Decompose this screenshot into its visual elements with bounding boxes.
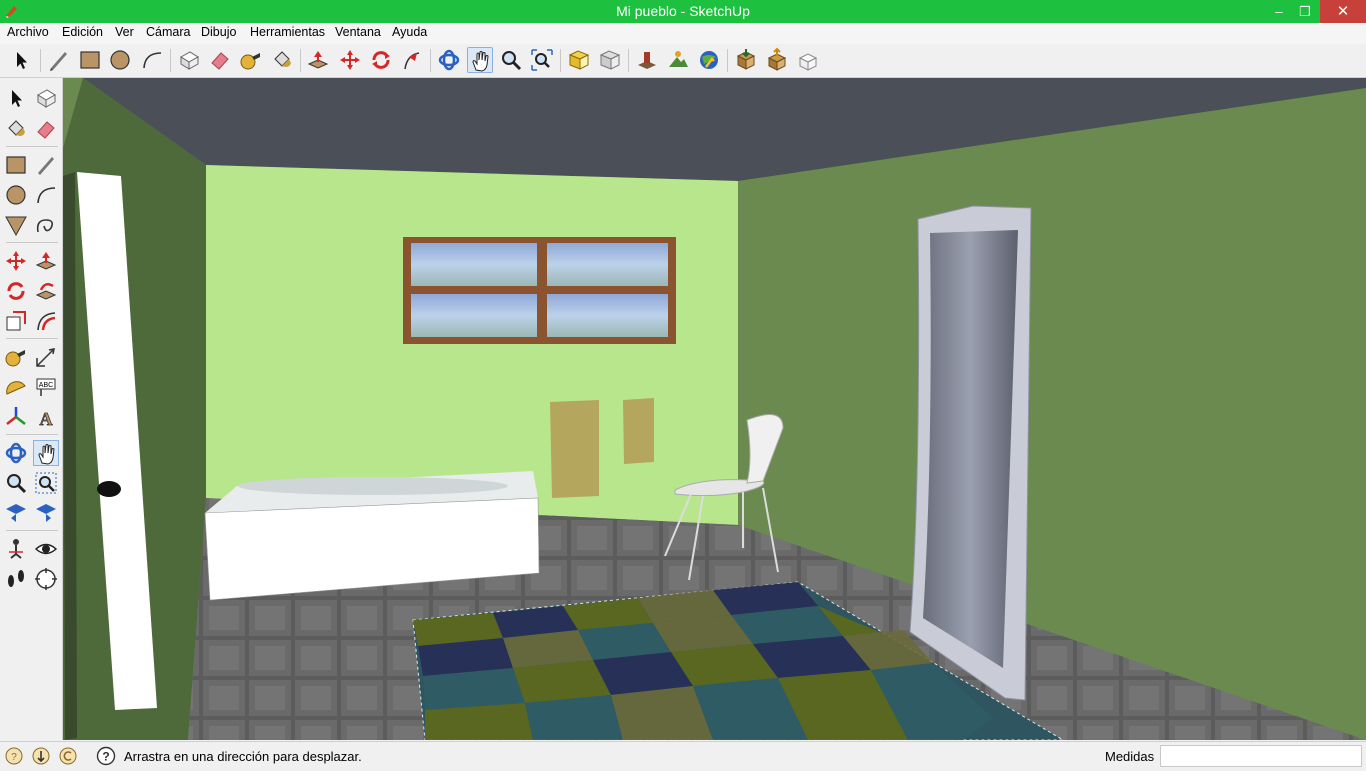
eraser-icon[interactable] [207, 47, 233, 73]
zoom-extents-icon[interactable] [529, 47, 555, 73]
line-icon[interactable] [33, 152, 59, 178]
get-models-icon[interactable] [733, 47, 759, 73]
zoom-window-icon[interactable] [33, 470, 59, 496]
help-icon[interactable]: ? [96, 746, 116, 766]
select-arrow-icon[interactable] [3, 85, 29, 111]
orbit-icon[interactable] [3, 440, 29, 466]
make-component-icon[interactable] [33, 85, 59, 111]
window-title: Mi pueblo - SketchUp [616, 3, 750, 19]
move-icon[interactable] [337, 47, 363, 73]
arc-icon[interactable] [139, 47, 165, 73]
push-pull-icon[interactable] [305, 47, 331, 73]
menu-bar: Archivo Edición Ver Cámara Dibujo Herram… [0, 23, 1366, 45]
svg-text:?: ? [11, 752, 17, 763]
pan-hand-icon[interactable] [467, 47, 493, 73]
menu-herramientas[interactable]: Herramientas [250, 25, 325, 39]
protractor-icon[interactable] [3, 374, 29, 400]
share-component-icon[interactable] [795, 47, 821, 73]
google-earth-icon[interactable] [696, 47, 722, 73]
select-arrow-icon[interactable] [8, 47, 34, 73]
dimension-icon[interactable] [33, 344, 59, 370]
title-bar: Mi pueblo - SketchUp – ❐ ✕ [0, 0, 1366, 23]
freehand-icon[interactable] [33, 212, 59, 238]
svg-text:?: ? [102, 750, 109, 764]
menu-archivo[interactable]: Archivo [7, 25, 49, 39]
rotate-icon[interactable] [3, 278, 29, 304]
menu-ventana[interactable]: Ventana [335, 25, 381, 39]
menu-ayuda[interactable]: Ayuda [392, 25, 427, 39]
circle-icon[interactable] [107, 47, 133, 73]
menu-camara[interactable]: Cámara [146, 25, 190, 39]
follow-me-icon[interactable] [399, 47, 425, 73]
left-toolbar: ABC A [0, 78, 63, 740]
rectangle-icon[interactable] [77, 47, 103, 73]
status-message: Arrastra en una dirección para desplazar… [124, 749, 362, 764]
tape-measure-icon[interactable] [3, 344, 29, 370]
text-icon[interactable]: ABC [33, 374, 59, 400]
circle-icon[interactable] [3, 182, 29, 208]
rotate-icon[interactable] [368, 47, 394, 73]
credits-icon[interactable] [31, 746, 51, 766]
eraser-icon[interactable] [33, 116, 59, 142]
zoom-icon[interactable] [3, 470, 29, 496]
copyright-icon[interactable] [58, 746, 78, 766]
zoom-extents-icon[interactable] [33, 500, 59, 526]
follow-me-icon[interactable] [33, 278, 59, 304]
section-plane-icon[interactable] [33, 566, 59, 592]
tape-measure-icon[interactable] [238, 47, 264, 73]
measurements-label: Medidas [1105, 749, 1155, 764]
paint-bucket-icon[interactable] [269, 47, 295, 73]
pan-hand-icon[interactable] [33, 440, 59, 466]
offset-icon[interactable] [33, 308, 59, 334]
pencil-line-icon[interactable] [46, 47, 72, 73]
drawing-viewport[interactable] [63, 78, 1366, 740]
position-camera-icon[interactable] [3, 536, 29, 562]
orbit-icon[interactable] [436, 47, 462, 73]
push-pull-icon[interactable] [33, 248, 59, 274]
main-toolbar [0, 44, 1366, 78]
arc-icon[interactable] [33, 182, 59, 208]
add-location-icon[interactable] [634, 47, 660, 73]
make-component-icon[interactable] [176, 47, 202, 73]
restore-button[interactable]: ❐ [1291, 0, 1319, 23]
status-bar: ? ? Arrastra en una dirección para despl… [0, 741, 1366, 769]
3d-text-icon[interactable]: A [33, 404, 59, 430]
geo-location-icon[interactable]: ? [4, 746, 24, 766]
menu-dibujo[interactable]: Dibujo [201, 25, 236, 39]
bathroom-scene [63, 78, 1366, 740]
look-around-eye-icon[interactable] [33, 536, 59, 562]
zoom-icon[interactable] [498, 47, 524, 73]
minimize-button[interactable]: – [1265, 0, 1293, 23]
previous-view-icon[interactable] [566, 47, 592, 73]
abc-label: ABC [39, 382, 53, 389]
measurements-input[interactable] [1160, 745, 1362, 767]
close-button[interactable]: ✕ [1320, 0, 1366, 23]
a3d-label: A [40, 409, 53, 429]
previous-view-icon[interactable] [3, 500, 29, 526]
rectangle-icon[interactable] [3, 152, 29, 178]
polygon-icon[interactable] [3, 212, 29, 238]
menu-ver[interactable]: Ver [115, 25, 134, 39]
paint-bucket-icon[interactable] [3, 116, 29, 142]
share-model-icon[interactable] [764, 47, 790, 73]
next-view-icon[interactable] [597, 47, 623, 73]
menu-edicion[interactable]: Edición [62, 25, 103, 39]
axes-icon[interactable] [3, 404, 29, 430]
terrain-icon[interactable] [665, 47, 691, 73]
scale-icon[interactable] [3, 308, 29, 334]
move-icon[interactable] [3, 248, 29, 274]
walk-footprints-icon[interactable] [3, 566, 29, 592]
